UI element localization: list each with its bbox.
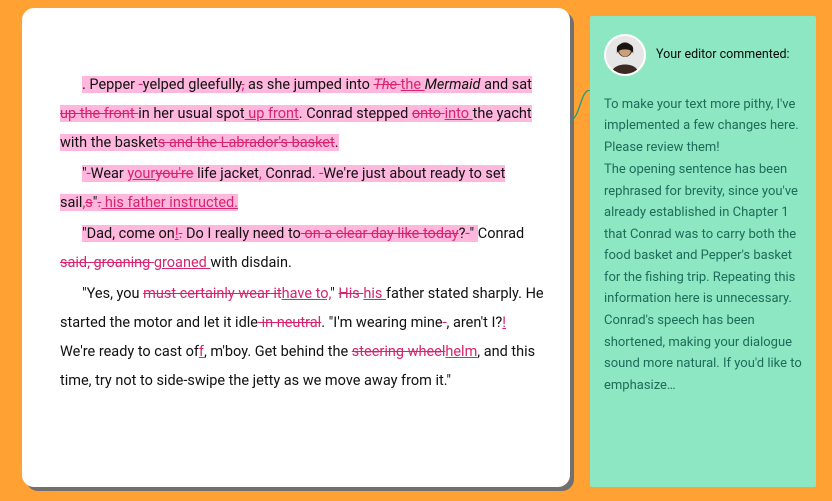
highlight-run: "-Wear youryou're life jacket, Conrad. -… bbox=[60, 165, 505, 211]
comment-header: Your editor commented: bbox=[604, 34, 802, 76]
highlight-run: . Pepper -yelped gleefully, as she jumpe… bbox=[60, 76, 532, 151]
comment-text: To make your text more pithy, I've imple… bbox=[604, 94, 802, 158]
document-editor[interactable]: . Pepper -yelped gleefully, as she jumpe… bbox=[22, 8, 570, 487]
paragraph-4[interactable]: "Yes, you must certainly wear ithave to,… bbox=[60, 279, 544, 395]
comment-body: To make your text more pithy, I've imple… bbox=[604, 94, 802, 396]
highlight-run: "Dad, come on!. Do I really need to on a… bbox=[82, 225, 478, 242]
paragraph-2[interactable]: "-Wear youryou're life jacket, Conrad. -… bbox=[60, 159, 544, 217]
comment-header-label: Your editor commented: bbox=[656, 45, 790, 66]
paragraph-3[interactable]: "Dad, come on!. Do I really need to on a… bbox=[60, 219, 544, 277]
comment-text: The opening sentence has been rephrased … bbox=[604, 159, 802, 309]
paragraph-1[interactable]: . Pepper -yelped gleefully, as she jumpe… bbox=[60, 70, 544, 157]
avatar bbox=[604, 34, 646, 76]
editor-comment-panel[interactable]: Your editor commented: To make your text… bbox=[590, 16, 816, 487]
comment-text: Conrad's speech has been shortened, maki… bbox=[604, 310, 802, 396]
text-run: Conrad bbox=[478, 225, 524, 242]
comment-connector bbox=[570, 90, 590, 126]
avatar-icon bbox=[606, 36, 644, 74]
